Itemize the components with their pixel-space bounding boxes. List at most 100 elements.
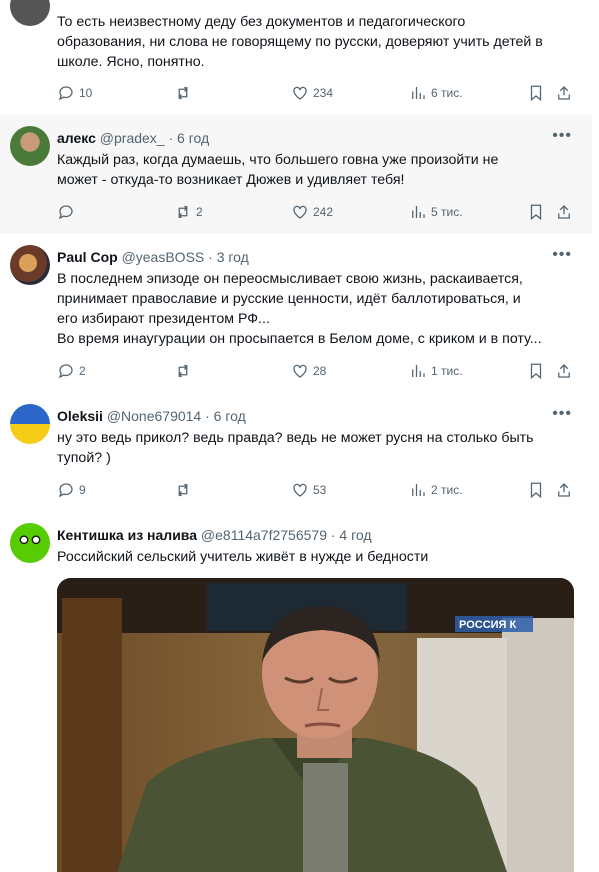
watermark-text: РОССИЯ К bbox=[459, 619, 517, 631]
reply-icon bbox=[58, 483, 73, 498]
reply-count: 2 bbox=[79, 364, 86, 378]
share-icon bbox=[558, 364, 570, 378]
views-button[interactable]: 1 тис. bbox=[409, 361, 463, 381]
share-icon bbox=[558, 205, 570, 219]
tweet-0[interactable]: То есть неизвестному деду без документов… bbox=[0, 0, 592, 116]
share-icon bbox=[558, 86, 570, 100]
more-icon[interactable]: ••• bbox=[552, 127, 572, 145]
action-bar: 2 28 1 тис. bbox=[57, 361, 577, 381]
avatar[interactable] bbox=[10, 245, 50, 285]
share-button[interactable] bbox=[555, 480, 573, 500]
like-count: 28 bbox=[313, 364, 327, 378]
reply-button[interactable] bbox=[57, 202, 79, 222]
avatar[interactable] bbox=[10, 0, 50, 26]
tweet-media-image[interactable]: РОССИЯ К bbox=[57, 578, 574, 872]
author-handle[interactable]: @e8114a7f2756579 bbox=[201, 527, 327, 543]
action-bar: 10 234 6 тис. bbox=[57, 83, 577, 103]
tweet-text-line: В последнем эпизоде он переосмысливает с… bbox=[57, 271, 523, 287]
like-button[interactable]: 242 bbox=[291, 202, 333, 222]
retweet-icon bbox=[178, 364, 188, 378]
tweet-header: Paul Cop @yeasBOSS · 3 год bbox=[57, 249, 249, 265]
bookmark-button[interactable] bbox=[527, 83, 545, 103]
bookmark-icon bbox=[530, 85, 542, 102]
photo-man-at-desk: РОССИЯ К bbox=[57, 578, 574, 872]
like-icon bbox=[293, 483, 307, 497]
tweet-time[interactable]: · 6 год bbox=[205, 408, 246, 424]
share-button[interactable] bbox=[555, 202, 573, 222]
like-icon bbox=[293, 205, 307, 219]
retweet-icon bbox=[178, 86, 188, 100]
like-button[interactable]: 234 bbox=[291, 83, 333, 103]
tweet-time[interactable]: · 3 год bbox=[208, 249, 249, 265]
tweet-text-line: может - откуда-то возникает Дюжев и удив… bbox=[57, 172, 405, 188]
tweet-text-line: ну это ведь прикол? ведь правда? ведь не… bbox=[57, 430, 534, 446]
author-name[interactable]: Paul Cop bbox=[57, 249, 118, 265]
retweet-icon bbox=[178, 205, 188, 219]
avatar[interactable] bbox=[10, 126, 50, 166]
like-button[interactable]: 28 bbox=[291, 361, 326, 381]
retweet-button[interactable]: 2 bbox=[174, 202, 203, 222]
reply-count: 10 bbox=[79, 86, 93, 100]
tweet-header: Кентишка из налива @e8114a7f2756579 · 4 … bbox=[57, 527, 372, 543]
like-count: 234 bbox=[313, 86, 334, 100]
share-icon bbox=[558, 483, 570, 497]
reply-button[interactable]: 10 bbox=[57, 83, 92, 103]
tweet-time[interactable]: · 4 год bbox=[331, 527, 372, 543]
reply-count: 9 bbox=[79, 483, 86, 497]
like-icon bbox=[293, 364, 307, 378]
views-count: 2 тис. bbox=[431, 483, 463, 497]
tweet-text: Российский сельский учитель живёт в нужд… bbox=[57, 547, 574, 567]
share-button[interactable] bbox=[555, 83, 573, 103]
tweet-text: Каждый раз, когда думаешь, что большего … bbox=[57, 150, 574, 190]
bookmark-icon bbox=[530, 482, 542, 499]
author-name[interactable]: Кентишка из налива bbox=[57, 527, 197, 543]
retweet-button[interactable] bbox=[174, 361, 196, 381]
author-name[interactable]: Oleksii bbox=[57, 408, 103, 424]
author-handle[interactable]: @pradex_ bbox=[100, 130, 165, 146]
views-icon bbox=[412, 206, 425, 218]
tweet-text-line: Российский сельский учитель живёт в нужд… bbox=[57, 549, 429, 565]
views-icon bbox=[412, 365, 425, 377]
action-bar: 2 242 5 тис. bbox=[57, 202, 577, 222]
tv-watermark: РОССИЯ К bbox=[455, 616, 533, 632]
tweet-text-line: То есть неизвестному деду без документов… bbox=[57, 14, 466, 30]
tweet-text-line: принимает православие и русские ценности… bbox=[57, 291, 521, 307]
tweet-text: В последнем эпизоде он переосмысливает с… bbox=[57, 269, 574, 349]
more-icon[interactable]: ••• bbox=[552, 405, 572, 423]
reply-icon bbox=[58, 86, 73, 101]
bookmark-button[interactable] bbox=[527, 202, 545, 222]
retweet-button[interactable] bbox=[174, 83, 196, 103]
tweet-text-line: его избирают президентом РФ... bbox=[57, 311, 270, 327]
tweet-time[interactable]: · 6 год bbox=[168, 130, 209, 146]
retweet-button[interactable] bbox=[174, 480, 196, 500]
reply-button[interactable]: 2 bbox=[57, 361, 86, 381]
avatar[interactable] bbox=[10, 523, 50, 563]
views-icon bbox=[412, 87, 425, 99]
tweet-text-line: Каждый раз, когда думаешь, что большего … bbox=[57, 152, 499, 168]
like-count: 242 bbox=[313, 205, 334, 219]
views-count: 5 тис. bbox=[431, 205, 463, 219]
author-handle[interactable]: @yeasBOSS bbox=[122, 249, 205, 265]
share-button[interactable] bbox=[555, 361, 573, 381]
views-count: 1 тис. bbox=[431, 364, 463, 378]
retweet-icon bbox=[178, 483, 188, 497]
views-count: 6 тис. bbox=[431, 86, 463, 100]
author-handle[interactable]: @None679014 bbox=[107, 408, 201, 424]
avatar[interactable] bbox=[10, 404, 50, 444]
like-button[interactable]: 53 bbox=[291, 480, 326, 500]
reply-button[interactable]: 9 bbox=[57, 480, 86, 500]
tweet-1[interactable]: алекс @pradex_ · 6 год ••• Каждый раз, к… bbox=[0, 115, 592, 235]
tweet-2[interactable]: Paul Cop @yeasBOSS · 3 год ••• В последн… bbox=[0, 234, 592, 394]
views-button[interactable]: 2 тис. bbox=[409, 480, 463, 500]
views-button[interactable]: 5 тис. bbox=[409, 202, 463, 222]
tweet-text-line: Во время инаугурации он просыпается в Бе… bbox=[57, 331, 542, 347]
views-button[interactable]: 6 тис. bbox=[409, 83, 463, 103]
tweet-text-line: школе. Ясно, понятно. bbox=[57, 54, 205, 70]
tweet-text: ну это ведь прикол? ведь правда? ведь не… bbox=[57, 428, 574, 468]
tweet-3[interactable]: Oleksii @None679014 · 6 год ••• ну это в… bbox=[0, 393, 592, 513]
author-name[interactable]: алекс bbox=[57, 130, 96, 146]
more-icon[interactable]: ••• bbox=[552, 246, 572, 264]
bookmark-button[interactable] bbox=[527, 480, 545, 500]
bookmark-button[interactable] bbox=[527, 361, 545, 381]
bookmark-icon bbox=[530, 363, 542, 380]
